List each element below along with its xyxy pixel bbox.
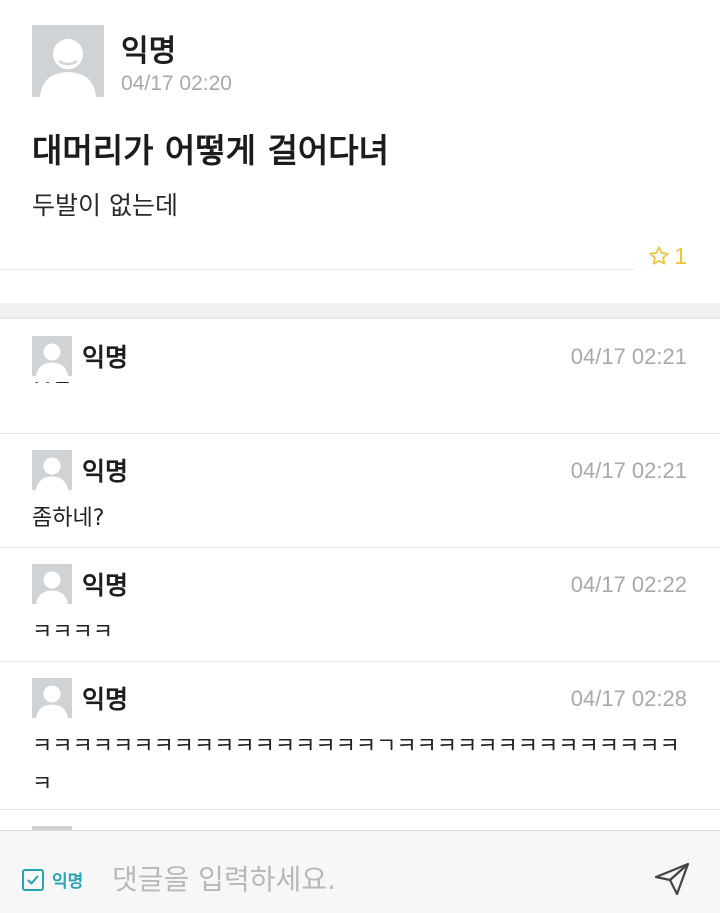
anonymous-toggle[interactable]: 익명 xyxy=(22,867,83,892)
star-icon xyxy=(649,246,669,265)
comment-author: 익명 xyxy=(82,457,129,486)
avatar xyxy=(32,25,104,97)
comment-list: 익명 04/17 02:21 ㅅㅂ 익명 04/17 02:21 좀하네? 익명… xyxy=(0,320,720,866)
default-avatar-icon xyxy=(32,678,72,718)
article-screen: 익명 04/17 02:20 대머리가 어떻게 걸어다녀 두발이 없는데 23 … xyxy=(0,0,720,913)
comment-item: 익명 04/17 02:21 ㅅㅂ xyxy=(0,320,720,434)
comment-time: 04/17 02:21 xyxy=(570,458,687,483)
default-avatar-icon xyxy=(32,336,72,376)
post: 익명 04/17 02:20 대머리가 어떻게 걸어다녀 두발이 없는데 23 … xyxy=(0,0,720,303)
send-button[interactable] xyxy=(652,859,692,899)
comment-author: 익명 xyxy=(82,685,129,714)
anonymous-label: 익명 xyxy=(52,872,84,892)
comment-item: 익명 04/17 02:21 좀하네? xyxy=(0,434,720,548)
default-avatar-icon xyxy=(32,25,104,97)
post-author: 익명 xyxy=(121,34,177,69)
comment-author: 익명 xyxy=(82,343,129,372)
comment-time: 04/17 02:28 xyxy=(570,686,687,711)
comment-text: ㅅㅂ xyxy=(32,382,692,402)
comment-text: 좀하네? xyxy=(32,506,105,531)
scrap-count[interactable]: 1 xyxy=(648,243,687,270)
paper-plane-icon xyxy=(654,862,690,896)
comment-item: 익명 04/17 02:28 ㅋㅋㅋㅋㅋㅋㅋㅋㅋㅋㅋㅋㅋㅋㅋㅋㅋㄱㅋㅋㅋㅋㅋㅋㅋ… xyxy=(0,662,720,810)
comment-item: 익명 04/17 02:22 ㅋㅋㅋㅋ xyxy=(0,548,720,662)
comment-text: ㅋㅋㅋㅋ xyxy=(32,620,113,645)
checkbox-checked-icon[interactable] xyxy=(22,868,44,891)
comment-input-bar: 익명 xyxy=(0,830,720,913)
comment-author: 익명 xyxy=(82,571,129,600)
post-time: 04/17 02:20 xyxy=(121,72,232,95)
comment-count[interactable]: 8 xyxy=(0,242,635,270)
post-stats: 23 8 1 xyxy=(0,242,687,270)
scrap-count-value: 1 xyxy=(674,242,687,269)
comment-time: 04/17 02:21 xyxy=(570,344,687,369)
post-body: 두발이 없는데 xyxy=(32,191,178,220)
default-avatar-icon xyxy=(32,564,72,604)
default-avatar-icon xyxy=(32,450,72,490)
comment-time: 04/17 02:22 xyxy=(570,572,687,597)
comment-text: ㅋㅋㅋㅋㅋㅋㅋㅋㅋㅋㅋㅋㅋㅋㅋㅋㅋㄱㅋㅋㅋㅋㅋㅋㅋㅋㅋㅋㅋㅋㅋㅋㅋ xyxy=(32,734,680,797)
post-title: 대머리가 어떻게 걸어다녀 xyxy=(32,131,389,170)
comment-text-content: ㅅㅂ xyxy=(32,382,692,391)
comment-input[interactable] xyxy=(112,857,632,901)
section-divider xyxy=(0,303,720,319)
